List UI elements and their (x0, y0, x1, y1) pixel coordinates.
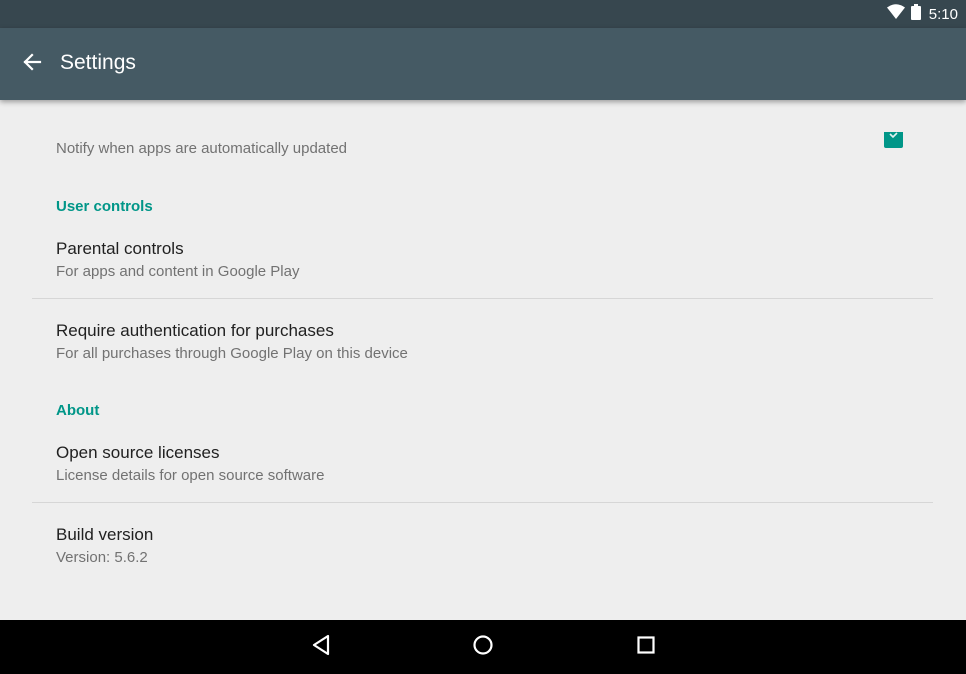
require-authentication-summary: For all purchases through Google Play on… (56, 345, 408, 362)
wifi-icon (886, 4, 905, 24)
open-source-licenses-title: Open source licenses (56, 443, 220, 462)
nav-home-button[interactable] (468, 632, 498, 662)
page-title: Settings (60, 51, 136, 74)
notify-updates-summary: Notify when apps are automatically updat… (56, 140, 348, 157)
build-version-pref[interactable]: Build version Version: 5.6.2 (0, 512, 966, 584)
require-authentication-pref[interactable]: Require authentication for purchases For… (0, 308, 966, 380)
notify-updates-pref[interactable]: Notify when apps are automatically updat… (0, 120, 966, 170)
build-version-summary: Version: 5.6.2 (56, 549, 148, 566)
navigation-bar (0, 620, 966, 674)
parental-controls-summary: For apps and content in Google Play (56, 263, 300, 280)
parental-controls-pref[interactable]: Parental controls For apps and content i… (0, 226, 966, 298)
status-bar: 5:10 (0, 0, 966, 28)
parental-controls-title: Parental controls (56, 239, 184, 258)
divider (32, 298, 933, 299)
open-source-licenses-pref[interactable]: Open source licenses License details for… (0, 430, 966, 502)
user-controls-header: User controls (56, 198, 153, 215)
about-header: About (56, 402, 100, 419)
notify-updates-checkbox[interactable] (884, 132, 903, 148)
app-bar: Settings (0, 28, 966, 100)
back-triangle-icon (311, 634, 331, 661)
open-source-licenses-summary: License details for open source software (56, 467, 325, 484)
require-authentication-title: Require authentication for purchases (56, 321, 334, 340)
status-time: 5:10 (928, 5, 958, 23)
nav-back-button[interactable] (306, 632, 336, 662)
back-button[interactable] (14, 46, 50, 82)
arrow-back-icon (22, 52, 42, 77)
nav-recents-button[interactable] (631, 632, 661, 662)
home-circle-icon (472, 634, 494, 661)
build-version-title: Build version (56, 525, 154, 544)
battery-icon (910, 3, 921, 25)
recents-square-icon (636, 635, 656, 660)
divider (32, 502, 933, 503)
settings-list[interactable]: Notify when apps are automatically updat… (0, 100, 966, 620)
status-icons: 5:10 (886, 0, 958, 28)
